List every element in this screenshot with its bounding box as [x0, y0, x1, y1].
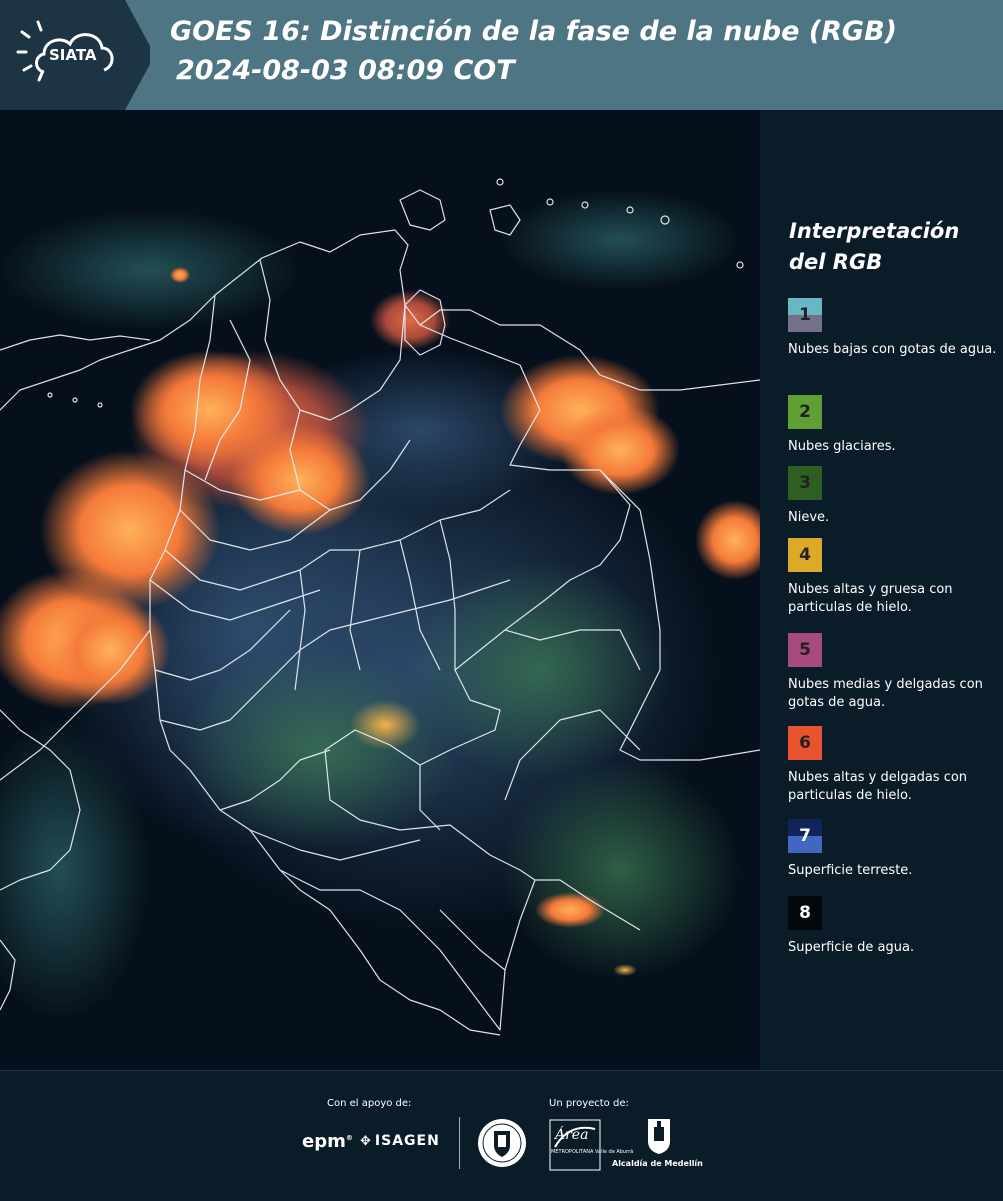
project-label: Un proyecto de:	[549, 1098, 629, 1109]
legend-number-4: 4	[799, 545, 811, 565]
area-logo-word: Área	[555, 1127, 589, 1143]
area-metropolitana-logo: Área METROPOLITANA Valle de Aburrá	[549, 1119, 633, 1171]
legend-item-7: 7 Superficie terreste.	[788, 819, 1000, 880]
legend-swatch-7: 7	[788, 819, 822, 853]
legend-item-8: 8 Superficie de agua.	[788, 896, 1000, 957]
legend-swatch-3: 3	[788, 466, 822, 500]
legend-item-5: 5 Nubes medias y delgadas con gotas de a…	[788, 633, 1000, 712]
legend-swatch-8: 8	[788, 896, 822, 930]
alcaldia-logo-text: Alcaldía de Medellín	[612, 1159, 703, 1168]
satellite-map	[0, 110, 760, 1070]
legend-swatch-5: 5	[788, 633, 822, 667]
legend-number-5: 5	[799, 640, 811, 660]
legend-label-3: Nieve.	[788, 510, 830, 525]
legend-label-4: Nubes altas y gruesa con particulas de h…	[788, 582, 953, 615]
legend-number-6: 6	[799, 733, 811, 753]
legend-label-6: Nubes altas y delgadas con particulas de…	[788, 770, 968, 803]
satellite-map-image	[0, 110, 760, 1070]
legend-swatch-6: 6	[788, 726, 822, 760]
legend-item-1: 1 Nubes bajas con gotas de agua.	[788, 298, 1000, 359]
page-title: GOES 16: Distinción de la fase de la nub…	[170, 16, 897, 47]
legend-label-8: Superficie de agua.	[788, 940, 915, 955]
legend-item-2: 2 Nubes glaciares.	[788, 395, 1000, 456]
epm-logo-text: epm	[302, 1131, 346, 1152]
isagen-logo: ✥ ISAGEN	[360, 1133, 440, 1149]
isagen-mark-icon: ✥	[360, 1134, 372, 1149]
legend-item-4: 4 Nubes altas y gruesa con particulas de…	[788, 538, 1000, 617]
legend-panel: Interpretación del RGB 1 Nubes bajas con…	[762, 110, 1003, 1070]
legend-title: Interpretación del RGB	[789, 219, 960, 274]
isagen-logo-text: ISAGEN	[374, 1133, 440, 1149]
alcaldia-logo: Alcaldía de Medellín	[612, 1117, 704, 1173]
legend-number-7: 7	[799, 826, 811, 846]
support-label: Con el apoyo de:	[327, 1098, 412, 1109]
siata-logo-text: SIATA	[49, 46, 97, 64]
legend-label-7: Superficie terreste.	[788, 863, 913, 878]
legend-number-1: 1	[799, 305, 811, 325]
legend-swatch-2: 2	[788, 395, 822, 429]
footer-divider	[459, 1117, 460, 1169]
siata-logo: SIATA	[0, 0, 150, 110]
legend-item-3: 3 Nieve.	[788, 466, 1000, 527]
legend-label-5: Nubes medias y delgadas con gotas de agu…	[788, 677, 983, 710]
alcaldia-shield-icon	[648, 1119, 670, 1154]
legend-number-8: 8	[799, 903, 811, 923]
legend-swatch-1: 1	[788, 298, 822, 332]
footer: Con el apoyo de: Un proyecto de: epm® ✥ I…	[0, 1070, 1003, 1201]
legend-label-1: Nubes bajas con gotas de agua.	[788, 342, 997, 357]
page-timestamp: 2024-08-03 08:09 COT	[176, 55, 515, 86]
legend-number-3: 3	[799, 473, 811, 493]
legend-number-2: 2	[799, 402, 811, 422]
legend-label-2: Nubes glaciares.	[788, 439, 896, 454]
epm-logo: epm®	[302, 1131, 353, 1152]
university-seal-icon	[478, 1119, 526, 1167]
legend-swatch-4: 4	[788, 538, 822, 572]
legend-item-6: 6 Nubes altas y delgadas con particulas …	[788, 726, 1000, 805]
header-bar: SIATA GOES 16: Distinción de la fase de …	[0, 0, 1003, 110]
